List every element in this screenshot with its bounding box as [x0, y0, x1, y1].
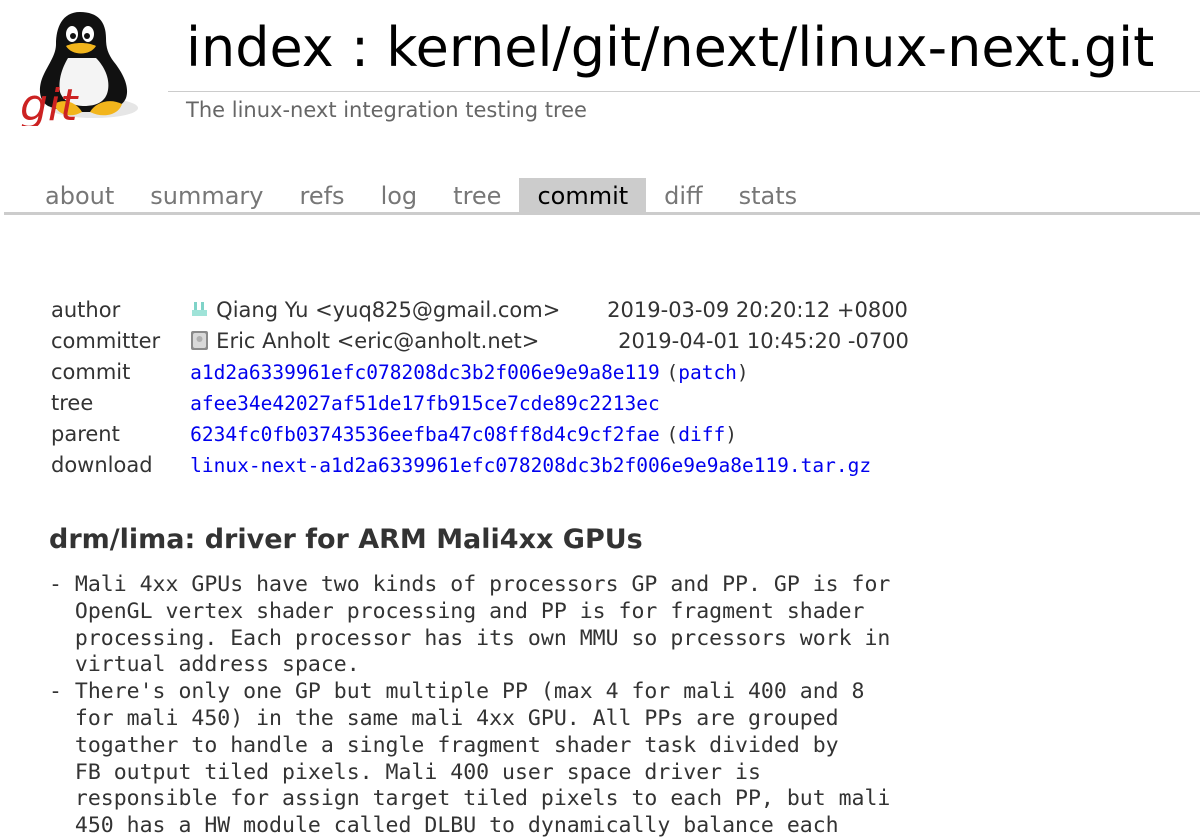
patch-link[interactable]: patch — [678, 361, 737, 384]
committer-name: Eric Anholt <eric@anholt.net> — [216, 328, 540, 353]
tab-refs[interactable]: refs — [282, 178, 363, 213]
tab-tree[interactable]: tree — [435, 178, 519, 213]
title-divider — [168, 91, 1200, 92]
download-label: download — [51, 452, 153, 477]
commit-subject: drm/lima: driver for ARM Mali4xx GPUs — [49, 524, 643, 555]
commit-label: commit — [51, 359, 131, 384]
diff-link[interactable]: diff — [678, 423, 725, 446]
committer-date: 2019-04-01 10:45:20 -0700 — [618, 328, 909, 353]
download-tarball-link[interactable]: linux-next-a1d2a6339961efc078208dc3b2f00… — [190, 454, 871, 477]
commit-sha-link[interactable]: a1d2a6339961efc078208dc3b2f006e9e9a8e119 — [190, 361, 660, 384]
committer-avatar-icon — [191, 330, 209, 350]
committer-row: committer Eric Anholt <eric@anholt.net> … — [46, 325, 909, 356]
tree-label: tree — [51, 390, 94, 415]
download-row: download linux-next-a1d2a6339961efc07820… — [46, 449, 909, 480]
parent-sha-link[interactable]: 6234fc0fb03743536eefba47c08ff8d4c9cf2fae — [190, 423, 660, 446]
tab-stats[interactable]: stats — [721, 178, 816, 213]
author-date: 2019-03-09 20:20:12 +0800 — [607, 297, 908, 322]
page-title: index : kernel/git/next/linux-next.git — [186, 16, 1155, 79]
author-row: author Qiang Yu <yuq825@gmail.com> 2019-… — [46, 294, 909, 325]
tab-summary[interactable]: summary — [132, 178, 281, 213]
parent-label: parent — [51, 421, 120, 446]
author-label: author — [51, 297, 121, 322]
tab-bar-underline — [4, 212, 1200, 215]
tab-log[interactable]: log — [363, 178, 436, 213]
author-avatar-icon — [190, 299, 210, 319]
author-name: Qiang Yu <yuq825@gmail.com> — [216, 297, 561, 322]
commit-message: - Mali 4xx GPUs have two kinds of proces… — [49, 572, 891, 839]
page-subtitle: The linux-next integration testing tree — [186, 98, 587, 122]
cgit-logo: git — [20, 12, 138, 126]
tab-bar: about summary refs log tree commit diff … — [27, 178, 815, 213]
tree-sha-link[interactable]: afee34e42027af51de17fb915ce7cde89c2213ec — [190, 392, 660, 415]
logo-git-text: git — [20, 80, 79, 126]
tab-diff[interactable]: diff — [646, 178, 720, 213]
tab-commit[interactable]: commit — [519, 178, 647, 213]
parent-row: parent 6234fc0fb03743536eefba47c08ff8d4c… — [46, 418, 909, 449]
commit-info-table: author Qiang Yu <yuq825@gmail.com> 2019-… — [46, 294, 909, 480]
commit-row: commit a1d2a6339961efc078208dc3b2f006e9e… — [46, 356, 909, 387]
committer-label: committer — [51, 328, 161, 353]
tree-row: tree afee34e42027af51de17fb915ce7cde89c2… — [46, 387, 909, 418]
tab-about[interactable]: about — [27, 178, 132, 213]
